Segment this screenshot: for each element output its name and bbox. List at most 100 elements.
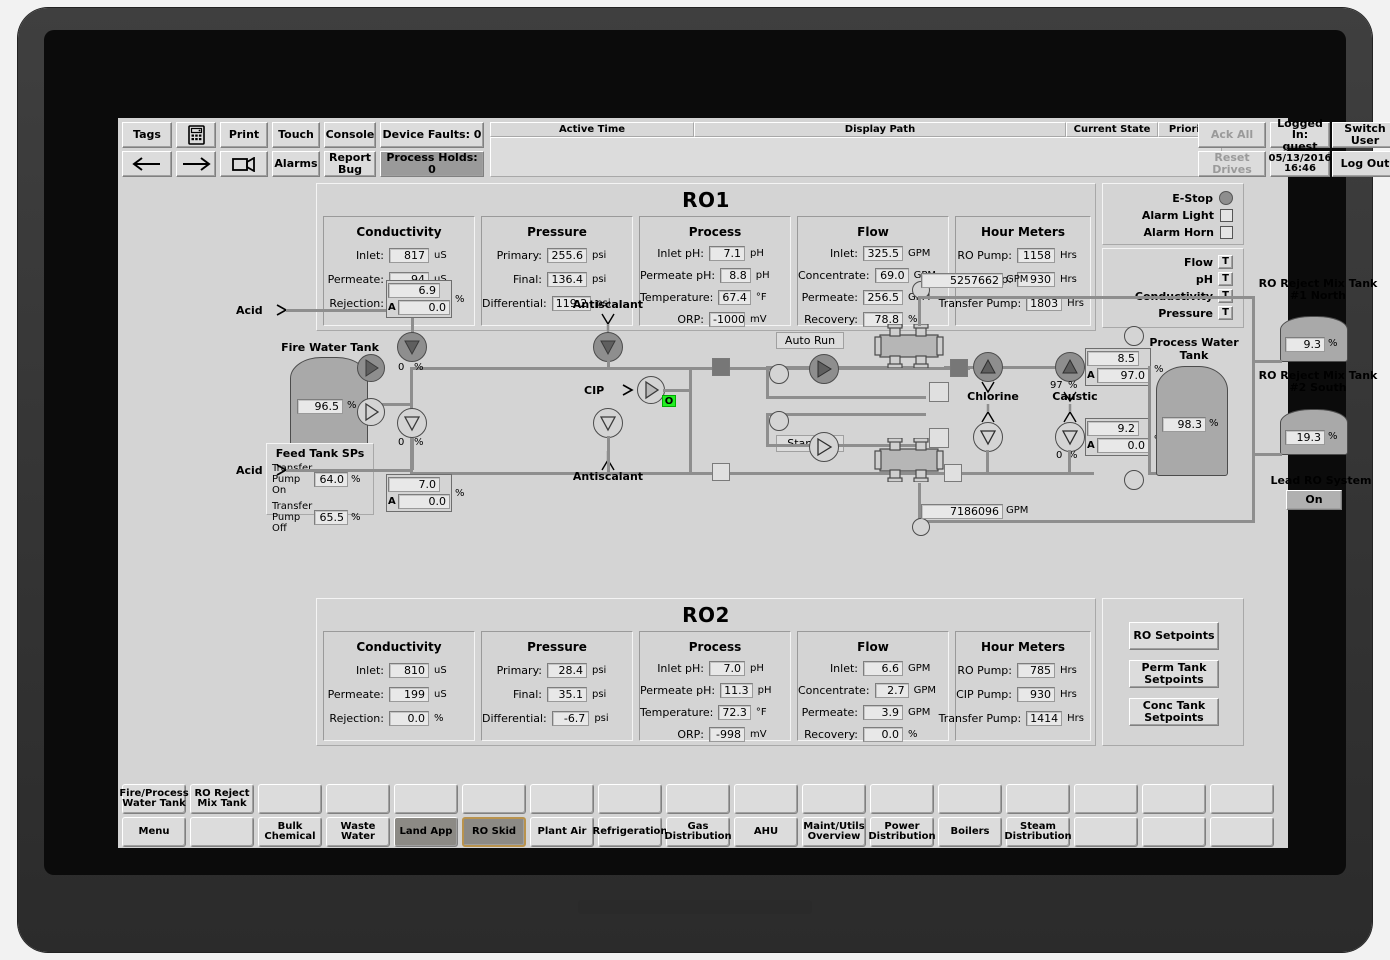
bottom-totalizer-value[interactable]: 7186096 bbox=[921, 504, 1003, 519]
reject-tank-2-value[interactable]: 19.3 bbox=[1285, 430, 1325, 445]
value-field[interactable]: 810 bbox=[389, 663, 429, 678]
nav-r2-maint-utils[interactable]: Maint/Utils Overview bbox=[802, 817, 866, 847]
acid-top-output[interactable]: 0.0 bbox=[398, 300, 450, 315]
acid-top-setpoint[interactable]: 6.9 bbox=[388, 283, 440, 298]
nav-r1-10[interactable] bbox=[802, 784, 866, 814]
nav-r2-14[interactable] bbox=[1074, 817, 1138, 847]
nav-r1-11[interactable] bbox=[870, 784, 934, 814]
fire-water-tank[interactable]: 96.5 % bbox=[290, 357, 368, 454]
chlorine-dosing-pump[interactable] bbox=[973, 352, 1003, 382]
log-out-button[interactable]: Log Out bbox=[1332, 151, 1390, 177]
print-button[interactable]: Print bbox=[220, 122, 268, 148]
nav-r1-15[interactable] bbox=[1142, 784, 1206, 814]
touch-button[interactable]: Touch bbox=[272, 122, 320, 148]
ro-pump-top[interactable] bbox=[809, 354, 839, 384]
reset-drives-button[interactable]: Reset Drives bbox=[1198, 151, 1266, 177]
lower-output[interactable]: 0.0 bbox=[1097, 438, 1149, 453]
nav-r2-15[interactable] bbox=[1142, 817, 1206, 847]
nav-r1-1[interactable]: RO Reject Mix Tank bbox=[190, 784, 254, 814]
forward-arrow-icon[interactable] bbox=[176, 151, 216, 177]
value-field[interactable]: 28.4 bbox=[547, 663, 587, 678]
train-top-instrument[interactable] bbox=[769, 364, 789, 384]
nav-r2-16[interactable] bbox=[1210, 817, 1274, 847]
cip-status-indicator[interactable]: O bbox=[662, 395, 676, 407]
flow-meter-bottom[interactable] bbox=[912, 518, 930, 536]
analyzer-lower[interactable] bbox=[1124, 470, 1144, 490]
value-field[interactable]: 930 bbox=[1017, 687, 1055, 702]
device-faults-button[interactable]: Device Faults: 0 bbox=[380, 122, 484, 148]
nav-r1-4[interactable] bbox=[394, 784, 458, 814]
train-top-status[interactable]: Auto Run bbox=[776, 332, 844, 349]
nav-r1-8[interactable] bbox=[666, 784, 730, 814]
nav-r2-waste-water[interactable]: Waste Water bbox=[326, 817, 390, 847]
value-field[interactable]: 7.0 bbox=[709, 661, 745, 676]
nav-r1-16[interactable] bbox=[1210, 784, 1274, 814]
valve-train-top[interactable] bbox=[712, 358, 730, 376]
nav-r1-12[interactable] bbox=[938, 784, 1002, 814]
value-field[interactable]: 1158 bbox=[1017, 248, 1055, 263]
cip-pump[interactable] bbox=[637, 376, 665, 404]
nav-r2-plant-air[interactable]: Plant Air bbox=[530, 817, 594, 847]
ro-pump-bottom[interactable] bbox=[809, 432, 839, 462]
alarm-horn-indicator[interactable] bbox=[1220, 226, 1233, 239]
tags-button[interactable]: Tags bbox=[122, 122, 172, 148]
nav-r2-ahu[interactable]: AHU bbox=[734, 817, 798, 847]
fire-water-tank-value[interactable]: 96.5 bbox=[297, 399, 343, 414]
value-field[interactable]: 255.6 bbox=[547, 248, 587, 263]
nav-r1-7[interactable] bbox=[598, 784, 662, 814]
antiscalant-top-dosing-pump[interactable] bbox=[593, 332, 623, 362]
conc-tank-setpoints-button[interactable]: Conc Tank Setpoints bbox=[1129, 698, 1219, 726]
camera-icon[interactable] bbox=[220, 151, 268, 177]
value-field[interactable]: 72.3 bbox=[718, 705, 751, 720]
console-button[interactable]: Console bbox=[324, 122, 376, 148]
acid-top-dosing-pump[interactable] bbox=[397, 332, 427, 362]
nav-r2-refrigeration[interactable]: Refrigeration bbox=[598, 817, 662, 847]
ro-setpoints-button[interactable]: RO Setpoints bbox=[1129, 622, 1219, 650]
nav-r1-13[interactable] bbox=[1006, 784, 1070, 814]
estop-indicator[interactable] bbox=[1219, 191, 1233, 205]
caustic-dosing-pump[interactable] bbox=[1055, 352, 1085, 382]
value-field[interactable]: -6.7 bbox=[552, 711, 590, 726]
value-field[interactable]: 199 bbox=[389, 687, 429, 702]
alarm-light-indicator[interactable] bbox=[1220, 209, 1233, 222]
transfer-pump-off-value[interactable]: 65.5 bbox=[314, 510, 348, 525]
train-bottom-instrument[interactable] bbox=[769, 411, 789, 431]
calculator-icon[interactable] bbox=[176, 122, 216, 148]
acid-bottom-output[interactable]: 0.0 bbox=[398, 494, 450, 509]
perm-tank-setpoints-button[interactable]: Perm Tank Setpoints bbox=[1129, 660, 1219, 688]
membrane-vessel-top[interactable] bbox=[874, 324, 944, 371]
acid-bottom-dosing-pump[interactable] bbox=[397, 408, 427, 438]
process-holds-button[interactable]: Process Holds: 0 bbox=[380, 151, 484, 177]
acid-bottom-setpoint[interactable]: 7.0 bbox=[388, 477, 440, 492]
reject-tank-2[interactable]: 19.3 % bbox=[1280, 409, 1348, 455]
feed-pump-top[interactable] bbox=[357, 354, 385, 382]
nav-r2-menu[interactable]: Menu bbox=[122, 817, 186, 847]
transfer-pump-on-value[interactable]: 64.0 bbox=[314, 472, 348, 487]
nav-r1-0[interactable]: Fire/Process Water Tank bbox=[122, 784, 186, 814]
trend-button-flow[interactable]: T bbox=[1218, 255, 1233, 269]
nav-r1-2[interactable] bbox=[258, 784, 322, 814]
lead-ro-system-button[interactable]: On bbox=[1286, 490, 1342, 510]
alarms-button[interactable]: Alarms bbox=[272, 151, 320, 177]
nav-r2-gas-distribution[interactable]: Gas Distribution bbox=[666, 817, 730, 847]
valve-mid-bottom[interactable] bbox=[944, 464, 962, 482]
value-field[interactable]: 325.5 bbox=[863, 246, 903, 261]
device-home-bar[interactable] bbox=[578, 900, 812, 914]
caustic-setpoint[interactable]: 8.5 bbox=[1087, 351, 1139, 366]
nav-r2-power-distribution[interactable]: Power Distribution bbox=[870, 817, 934, 847]
back-arrow-icon[interactable] bbox=[122, 151, 172, 177]
antiscalant-bottom-dosing-pump[interactable] bbox=[593, 408, 623, 438]
nav-r1-14[interactable] bbox=[1074, 784, 1138, 814]
caustic-output[interactable]: 97.0 bbox=[1097, 368, 1149, 383]
nav-r2-boilers[interactable]: Boilers bbox=[938, 817, 1002, 847]
process-water-tank-value[interactable]: 98.3 bbox=[1162, 417, 1206, 432]
valve-mid-top[interactable] bbox=[950, 359, 968, 377]
process-water-tank[interactable]: 98.3 % bbox=[1156, 366, 1228, 476]
nav-r2-1[interactable] bbox=[190, 817, 254, 847]
valve-top-branch[interactable] bbox=[929, 382, 949, 402]
nav-r1-9[interactable] bbox=[734, 784, 798, 814]
nav-r1-5[interactable] bbox=[462, 784, 526, 814]
value-field[interactable]: 785 bbox=[1017, 663, 1055, 678]
feed-pump-bottom[interactable] bbox=[357, 398, 385, 426]
top-totalizer-value[interactable]: 5257662 bbox=[921, 273, 1003, 288]
